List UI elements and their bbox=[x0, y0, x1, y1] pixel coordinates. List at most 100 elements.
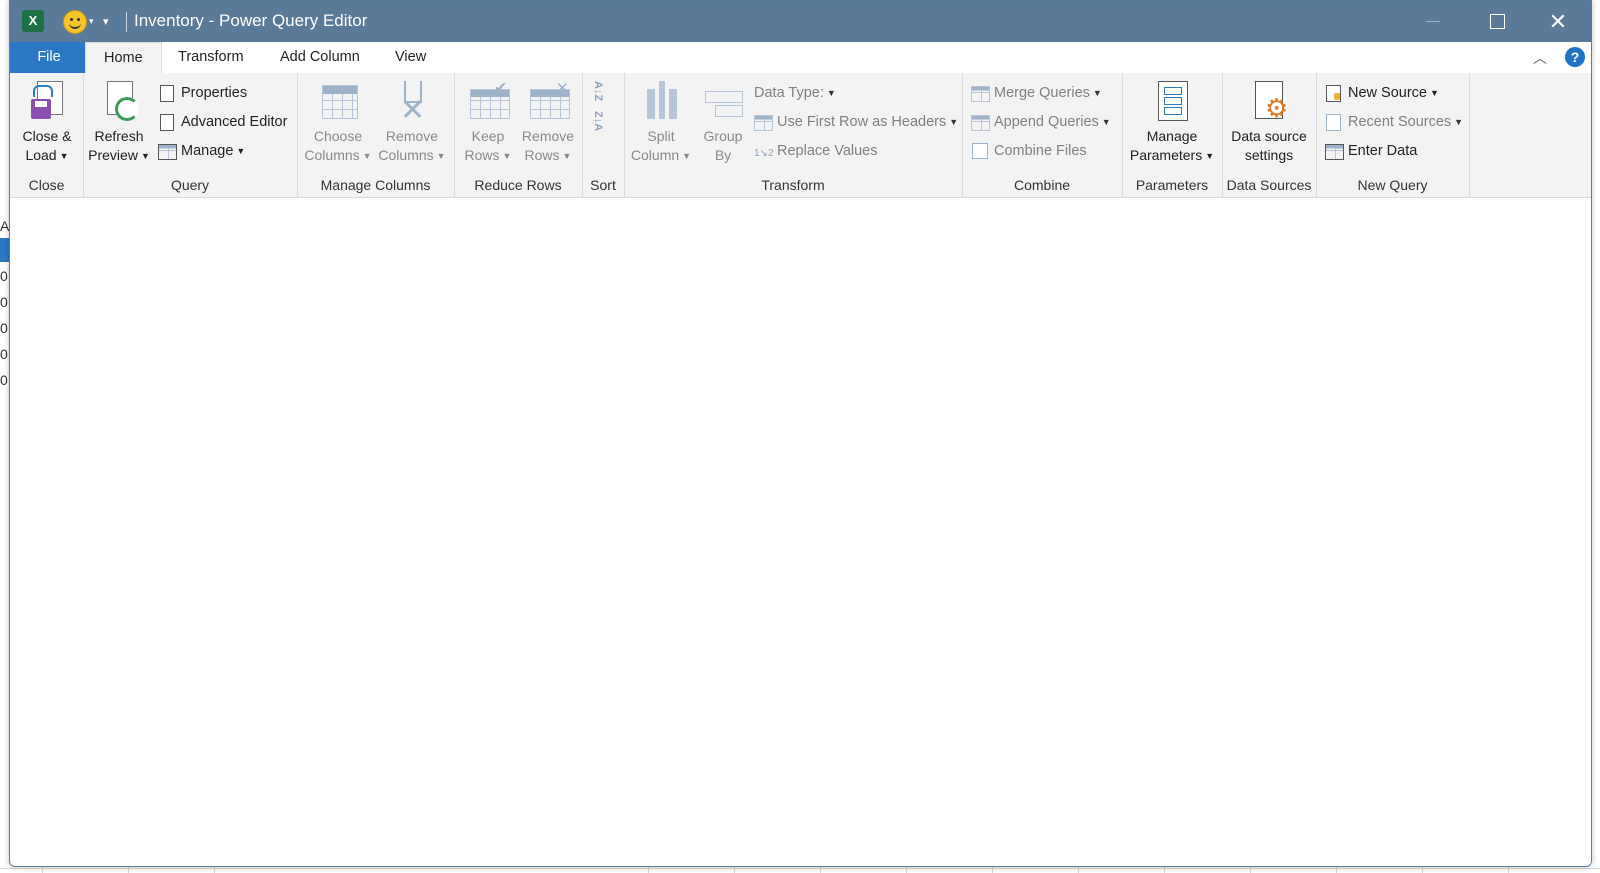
chevron-down-icon: ▼ bbox=[1429, 88, 1439, 99]
data-source-settings-button[interactable]: ⚙ Data source settings bbox=[1226, 79, 1312, 165]
refresh-label-2: Preview bbox=[88, 147, 138, 163]
quick-access-customize-icon[interactable]: ▾ bbox=[103, 15, 109, 28]
enter-data-icon bbox=[1325, 143, 1344, 161]
new-source-button[interactable]: New Source ▼ bbox=[1325, 82, 1439, 104]
enter-data-label: Enter Data bbox=[1348, 143, 1418, 159]
feedback-dropdown-icon[interactable]: ▾ bbox=[89, 16, 94, 27]
advanced-editor-icon bbox=[158, 114, 176, 132]
data-type-dropdown[interactable]: Data Type: ▼ bbox=[754, 82, 836, 104]
append-queries-icon bbox=[971, 114, 990, 132]
tab-file[interactable]: File bbox=[10, 42, 88, 73]
refresh-icon bbox=[99, 79, 139, 123]
close-button[interactable]: ✕ bbox=[1528, 1, 1588, 42]
manage-parameters-icon bbox=[1152, 79, 1192, 123]
window-title: Inventory - Power Query Editor bbox=[134, 11, 368, 30]
recent-sources-label: Recent Sources bbox=[1348, 114, 1452, 130]
split-column-button[interactable]: Split Column ▼ bbox=[628, 79, 694, 166]
manage-parameters-label-2: Parameters bbox=[1129, 147, 1203, 163]
keep-rows-button[interactable]: ✔ Keep Rows ▼ bbox=[460, 79, 516, 166]
close-icon: ✕ bbox=[1548, 8, 1568, 34]
sort-ascending-icon: A↓Z bbox=[592, 81, 604, 102]
chevron-down-icon: ▼ bbox=[562, 150, 572, 161]
feedback-smiley-icon[interactable] bbox=[63, 10, 87, 34]
power-query-editor-window: X ▾ ▾ Inventory - Power Query Editor ✕ F… bbox=[9, 0, 1592, 867]
tab-add-column[interactable]: Add Column bbox=[262, 42, 378, 73]
manage-button[interactable]: Manage ▼ bbox=[158, 140, 245, 162]
merge-queries-label: Merge Queries bbox=[994, 85, 1090, 101]
minimize-button[interactable] bbox=[1403, 1, 1463, 42]
replace-values-icon: 1↘2 bbox=[754, 148, 774, 160]
merge-queries-button[interactable]: Merge Queries ▼ bbox=[971, 82, 1102, 104]
enter-data-button[interactable]: Enter Data bbox=[1325, 140, 1417, 162]
chevron-down-icon: ▼ bbox=[1101, 117, 1111, 128]
group-query: Refresh Preview ▼ Properties Advanced Edi… bbox=[83, 73, 298, 197]
keep-rows-label-2: Rows bbox=[464, 147, 500, 163]
use-first-row-headers-button[interactable]: Use First Row as Headers ▼ bbox=[754, 111, 958, 133]
sort-descending-button[interactable]: Z↓A bbox=[592, 111, 604, 133]
replace-values-label: Replace Values bbox=[777, 143, 878, 159]
properties-button[interactable]: Properties bbox=[158, 82, 247, 104]
help-icon[interactable]: ? bbox=[1565, 47, 1585, 67]
tab-view[interactable]: View bbox=[377, 42, 444, 73]
group-new-query: New Source ▼ Recent Sources ▼ Enter Data N… bbox=[1316, 73, 1470, 197]
close-load-label-1: Close & bbox=[22, 128, 72, 144]
data-source-settings-label-2: settings bbox=[1244, 147, 1294, 163]
append-queries-label: Append Queries bbox=[994, 114, 1099, 130]
properties-icon bbox=[158, 85, 176, 103]
recent-sources-icon bbox=[1325, 114, 1343, 132]
group-label-parameters: Parameters bbox=[1135, 177, 1209, 193]
table-headers-icon bbox=[754, 114, 773, 132]
manage-label: Manage bbox=[181, 143, 234, 159]
merge-queries-icon bbox=[971, 85, 990, 103]
keep-rows-icon: ✔ bbox=[468, 79, 510, 123]
advanced-editor-label: Advanced Editor bbox=[181, 114, 288, 130]
chevron-down-icon: ▼ bbox=[1205, 150, 1215, 161]
chevron-down-icon: ▼ bbox=[949, 117, 959, 128]
group-combine: Merge Queries ▼ Append Queries ▼ Combine F… bbox=[962, 73, 1123, 197]
group-by-button[interactable]: Group By bbox=[698, 79, 748, 165]
tab-home[interactable]: Home bbox=[85, 42, 162, 74]
recent-sources-button[interactable]: Recent Sources ▼ bbox=[1325, 111, 1463, 133]
choose-columns-icon bbox=[318, 79, 358, 123]
excel-logo-icon[interactable]: X bbox=[22, 10, 44, 32]
group-transform: Split Column ▼ Group By Data Type: ▼ Use F… bbox=[624, 73, 963, 197]
chevron-down-icon: ▼ bbox=[140, 150, 150, 161]
advanced-editor-button[interactable]: Advanced Editor bbox=[158, 111, 287, 133]
split-column-label-1: Split bbox=[647, 128, 675, 144]
remove-columns-icon: ✕ bbox=[392, 79, 432, 126]
close-load-icon bbox=[27, 79, 67, 123]
chevron-down-icon: ▼ bbox=[1092, 88, 1102, 99]
tab-transform[interactable]: Transform bbox=[160, 42, 262, 73]
remove-columns-label-2: Columns bbox=[378, 147, 434, 163]
title-separator bbox=[126, 12, 127, 32]
choose-columns-label-2: Columns bbox=[304, 147, 360, 163]
group-close: Close & Load ▼ Close bbox=[10, 73, 84, 197]
collapse-ribbon-icon[interactable]: ︿ bbox=[1533, 48, 1547, 68]
refresh-label-1: Refresh bbox=[94, 128, 144, 144]
replace-values-button[interactable]: 1↘2 Replace Values bbox=[754, 140, 878, 162]
manage-parameters-button[interactable]: Manage Parameters ▼ bbox=[1128, 79, 1216, 166]
remove-rows-button[interactable]: ✕ Remove Rows ▼ bbox=[518, 79, 578, 166]
group-label-new-query: New Query bbox=[1357, 177, 1428, 193]
append-queries-button[interactable]: Append Queries ▼ bbox=[971, 111, 1111, 133]
group-label-manage-columns: Manage Columns bbox=[320, 177, 431, 193]
ribbon-home: Close & Load ▼ Close Refresh Preview ▼ Pro… bbox=[10, 73, 1591, 198]
minimize-icon bbox=[1426, 21, 1440, 22]
close-load-label-2: Load bbox=[25, 147, 57, 163]
maximize-button[interactable] bbox=[1467, 1, 1527, 42]
properties-label: Properties bbox=[181, 85, 248, 101]
remove-columns-label-1: Remove bbox=[385, 128, 439, 144]
choose-columns-button[interactable]: Choose Columns ▼ bbox=[303, 79, 373, 166]
manage-parameters-label-1: Manage bbox=[1146, 128, 1198, 144]
sort-ascending-button[interactable]: A↓Z bbox=[592, 81, 604, 103]
refresh-preview-button[interactable]: Refresh Preview ▼ bbox=[87, 79, 151, 166]
chevron-down-icon: ▼ bbox=[502, 150, 512, 161]
remove-rows-label-1: Remove bbox=[521, 128, 575, 144]
group-label-reduce-rows: Reduce Rows bbox=[474, 177, 562, 193]
group-data-sources: ⚙ Data source settings Data Sources bbox=[1222, 73, 1317, 197]
close-load-button[interactable]: Close & Load ▼ bbox=[14, 79, 80, 166]
data-source-settings-icon: ⚙ bbox=[1249, 79, 1289, 123]
first-row-label: Use First Row as Headers bbox=[777, 114, 947, 130]
combine-files-button[interactable]: Combine Files bbox=[971, 140, 1087, 162]
remove-columns-button[interactable]: ✕ Remove Columns ▼ bbox=[377, 79, 447, 166]
